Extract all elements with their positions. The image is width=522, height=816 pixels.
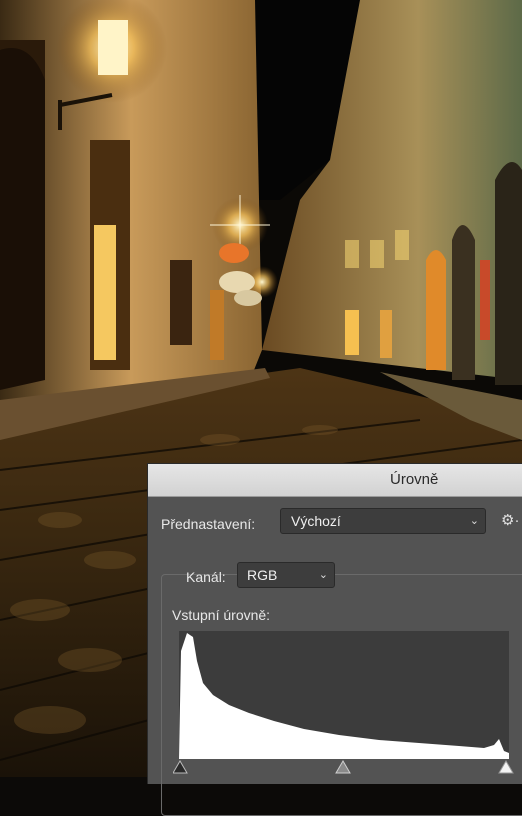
preset-dropdown[interactable]: Výchozí ⌄ [280,508,486,534]
gear-icon[interactable]: ⚙· [501,511,519,529]
dialog-titlebar[interactable]: Úrovně [148,464,522,497]
preset-label: Přednastavení: [161,516,256,532]
input-level-sliders[interactable] [173,759,518,777]
histogram [179,631,509,759]
gamma-handle [335,760,351,774]
channel-label: Kanál: [186,569,226,585]
black-point-handle [173,760,188,774]
levels-dialog: Úrovně Přednastavení: Výchozí ⌄ ⚙· Kanál… [147,463,522,816]
channel-value: RGB [247,567,278,583]
preset-value: Výchozí [291,513,341,529]
chevron-down-icon: ⌄ [469,515,479,527]
input-levels-label: Vstupní úrovně: [172,607,271,623]
chevron-down-icon: ⌄ [318,569,328,581]
dialog-title: Úrovně [390,471,439,488]
white-point-handle [498,760,514,774]
channel-dropdown[interactable]: RGB ⌄ [237,562,335,588]
